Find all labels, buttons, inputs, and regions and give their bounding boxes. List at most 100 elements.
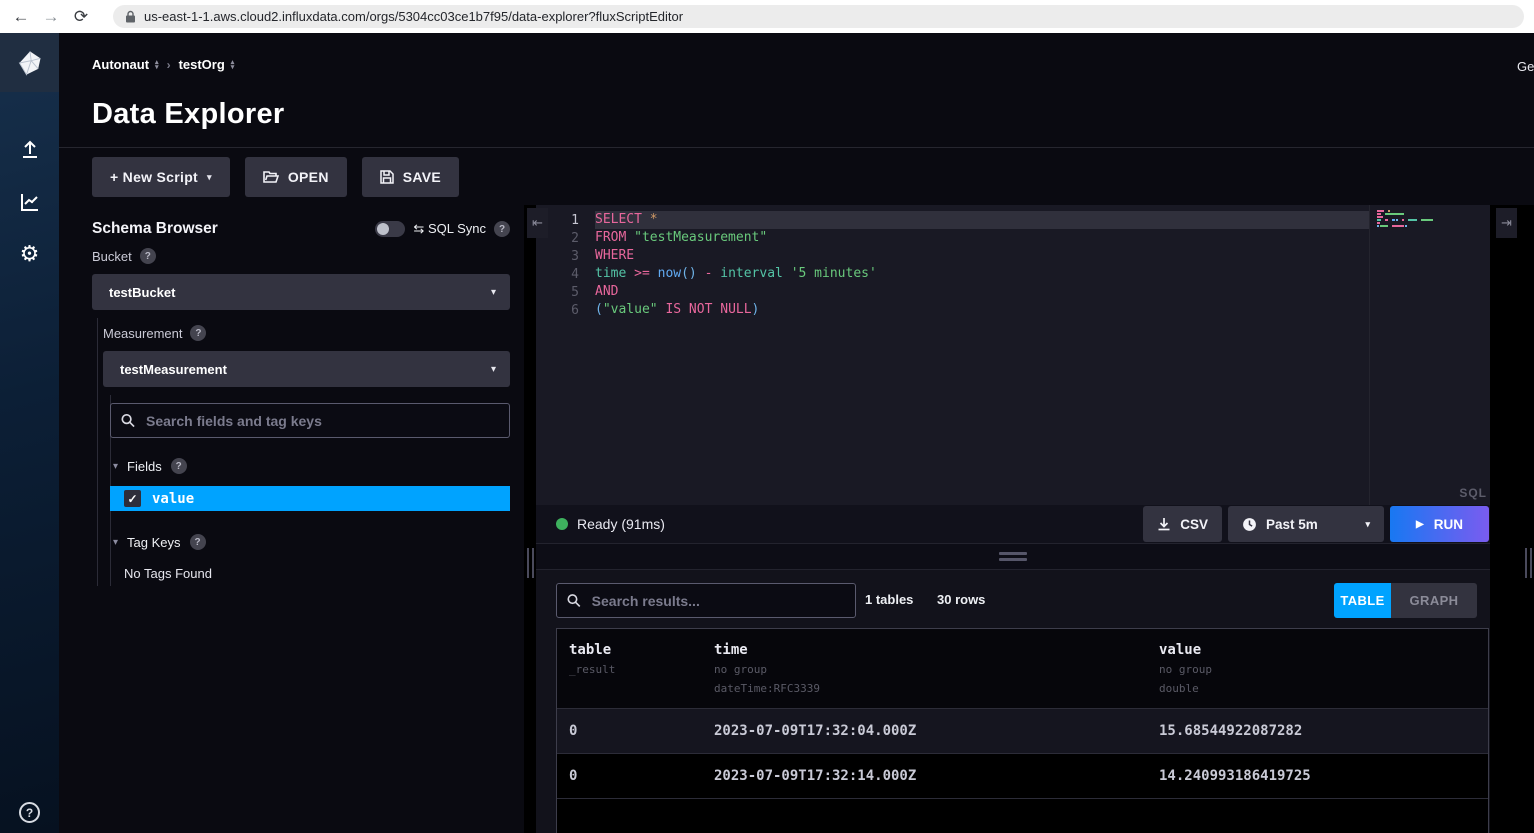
caret-down-icon: ▾ [113, 537, 118, 548]
schema-browser-title: Schema Browser [92, 220, 218, 238]
code-text: ("value" IS NOT NULL) [595, 301, 1369, 319]
measurement-select[interactable]: testMeasurement ▾ [103, 351, 510, 387]
open-label: OPEN [288, 169, 329, 185]
code-text: FROM "testMeasurement" [595, 229, 1369, 247]
open-button[interactable]: OPEN [245, 157, 347, 197]
collapse-left-panel-button[interactable]: ⇤ [527, 208, 548, 238]
search-icon [567, 593, 581, 608]
table-cell: 0 [557, 754, 702, 798]
line-number: 5 [549, 285, 579, 300]
tag-keys-section-header[interactable]: ▾ Tag Keys ? [113, 534, 206, 550]
field-item-value[interactable]: ✓ value [110, 486, 510, 511]
tag-keys-help-icon[interactable]: ? [190, 534, 206, 550]
chevron-down-icon: ▾ [207, 172, 212, 183]
bucket-select[interactable]: testBucket ▾ [92, 274, 510, 310]
influxdb-cube-icon [16, 49, 44, 77]
time-range-dropdown[interactable]: Past 5m ▾ [1228, 506, 1384, 542]
code-line-3[interactable]: 3 WHERE [549, 247, 1369, 265]
chevron-down-icon: ▾ [491, 287, 496, 298]
org-name: Autonaut [92, 57, 149, 72]
get-link[interactable]: Get [1517, 59, 1534, 74]
field-checkbox[interactable]: ✓ [124, 490, 141, 507]
rows-count: 30 rows [937, 592, 985, 607]
graph-view-tab[interactable]: GRAPH [1391, 583, 1477, 618]
code-line-5[interactable]: 5AND [549, 283, 1369, 301]
left-resize-handle[interactable] [527, 548, 534, 578]
fields-section-header[interactable]: ▾ Fields ? [113, 458, 187, 474]
address-bar[interactable]: us-east-1-1.aws.cloud2.influxdata.com/or… [113, 5, 1524, 28]
measurement-value: testMeasurement [120, 362, 227, 377]
code-line-6[interactable]: 6("value" IS NOT NULL) [549, 301, 1369, 319]
code-text: WHERE [595, 247, 1369, 265]
data-explorer-nav-item[interactable] [0, 180, 59, 224]
csv-download-button[interactable]: CSV [1143, 506, 1222, 542]
code-line-2[interactable]: 2 FROM "testMeasurement" [549, 229, 1369, 247]
code-line-4[interactable]: 4time >= now() - interval '5 minutes' [549, 265, 1369, 283]
save-button[interactable]: SAVE [362, 157, 459, 197]
bucket-help-icon[interactable]: ? [140, 248, 156, 264]
help-button[interactable]: ? [19, 802, 40, 823]
sync-arrows-icon: ⇆ [413, 221, 424, 236]
query-panel: 1SELECT * 2 FROM "testMeasurement" 3 WHERE4t… [536, 205, 1490, 833]
column-header-time: timeno groupdateTime:RFC3339 [702, 629, 1147, 708]
time-range-value: Past 5m [1266, 517, 1318, 532]
field-name: value [152, 491, 194, 507]
title-divider [59, 147, 1534, 148]
editor-minimap[interactable] [1369, 205, 1490, 505]
download-icon [1157, 517, 1171, 531]
page-title: Data Explorer [92, 98, 284, 131]
new-script-button[interactable]: + New Script ▾ [92, 157, 230, 197]
new-script-label: + New Script [110, 169, 198, 185]
fields-help-icon[interactable]: ? [171, 458, 187, 474]
editor-language-badge: SQL [1459, 486, 1487, 500]
table-view-tab[interactable]: TABLE [1334, 583, 1391, 618]
sql-sync-toggle[interactable] [375, 221, 405, 237]
right-resize-handle[interactable] [1525, 548, 1532, 578]
suborg-switcher-icon: ▴▾ [231, 60, 235, 70]
browser-back-icon[interactable]: ← [6, 7, 36, 27]
tables-count: 1 tables [865, 592, 913, 607]
caret-down-icon: ▾ [113, 461, 118, 472]
results-search-input[interactable] [592, 593, 845, 609]
results-table-filler [557, 798, 1488, 833]
collapse-right-icon: ⇥ [1501, 215, 1512, 231]
browser-reload-icon[interactable]: ⟳ [66, 7, 96, 27]
measurement-help-icon[interactable]: ? [190, 325, 206, 341]
schema-search [110, 403, 510, 438]
load-data-nav-item[interactable] [0, 128, 59, 172]
line-number: 3 [549, 249, 579, 264]
settings-nav-item[interactable]: ⚙ [0, 232, 59, 276]
browser-forward-icon[interactable]: → [36, 7, 66, 27]
line-number: 2 [549, 231, 579, 246]
run-button[interactable]: ▶ RUN [1390, 506, 1489, 542]
code-text: SELECT * [595, 211, 1369, 229]
right-panel-strip [1490, 205, 1534, 833]
app-window: ← → ⟳ us-east-1-1.aws.cloud2.influxdata.… [0, 0, 1534, 833]
schema-search-input[interactable] [146, 413, 499, 429]
results-resize-divider[interactable] [536, 543, 1490, 570]
chevron-right-icon: › [167, 58, 171, 72]
table-cell: 15.68544922087282 [1147, 709, 1488, 753]
code-line-1[interactable]: 1SELECT * [549, 211, 1369, 229]
collapse-left-icon: ⇤ [532, 215, 543, 231]
gear-icon: ⚙ [20, 243, 40, 265]
table-cell: 2023-07-09T17:32:14.000Z [702, 754, 1147, 798]
play-icon: ▶ [1416, 519, 1424, 530]
table-cell: 0 [557, 709, 702, 753]
run-label: RUN [1434, 517, 1463, 532]
tag-keys-label: Tag Keys [127, 535, 180, 550]
suborg-switcher[interactable]: testOrg ▴▾ [179, 57, 235, 72]
influxdb-logo[interactable] [0, 33, 59, 92]
save-label: SAVE [403, 169, 441, 185]
table-row[interactable]: 02023-07-09T17:32:04.000Z15.685449220872… [557, 708, 1488, 753]
column-header-table: table_result [557, 629, 702, 708]
lock-icon [125, 10, 136, 23]
table-row[interactable]: 02023-07-09T17:32:14.000Z14.240993186419… [557, 753, 1488, 798]
breadcrumb: Autonaut ▴▾ › testOrg ▴▾ [92, 57, 234, 72]
sql-editor[interactable]: 1SELECT * 2 FROM "testMeasurement" 3 WHERE4t… [536, 205, 1490, 505]
org-switcher[interactable]: Autonaut ▴▾ [92, 57, 159, 72]
chevron-down-icon: ▾ [1365, 519, 1370, 530]
line-chart-icon [19, 191, 41, 213]
expand-right-panel-button[interactable]: ⇥ [1496, 208, 1517, 238]
sql-sync-help-icon[interactable]: ? [494, 221, 510, 237]
